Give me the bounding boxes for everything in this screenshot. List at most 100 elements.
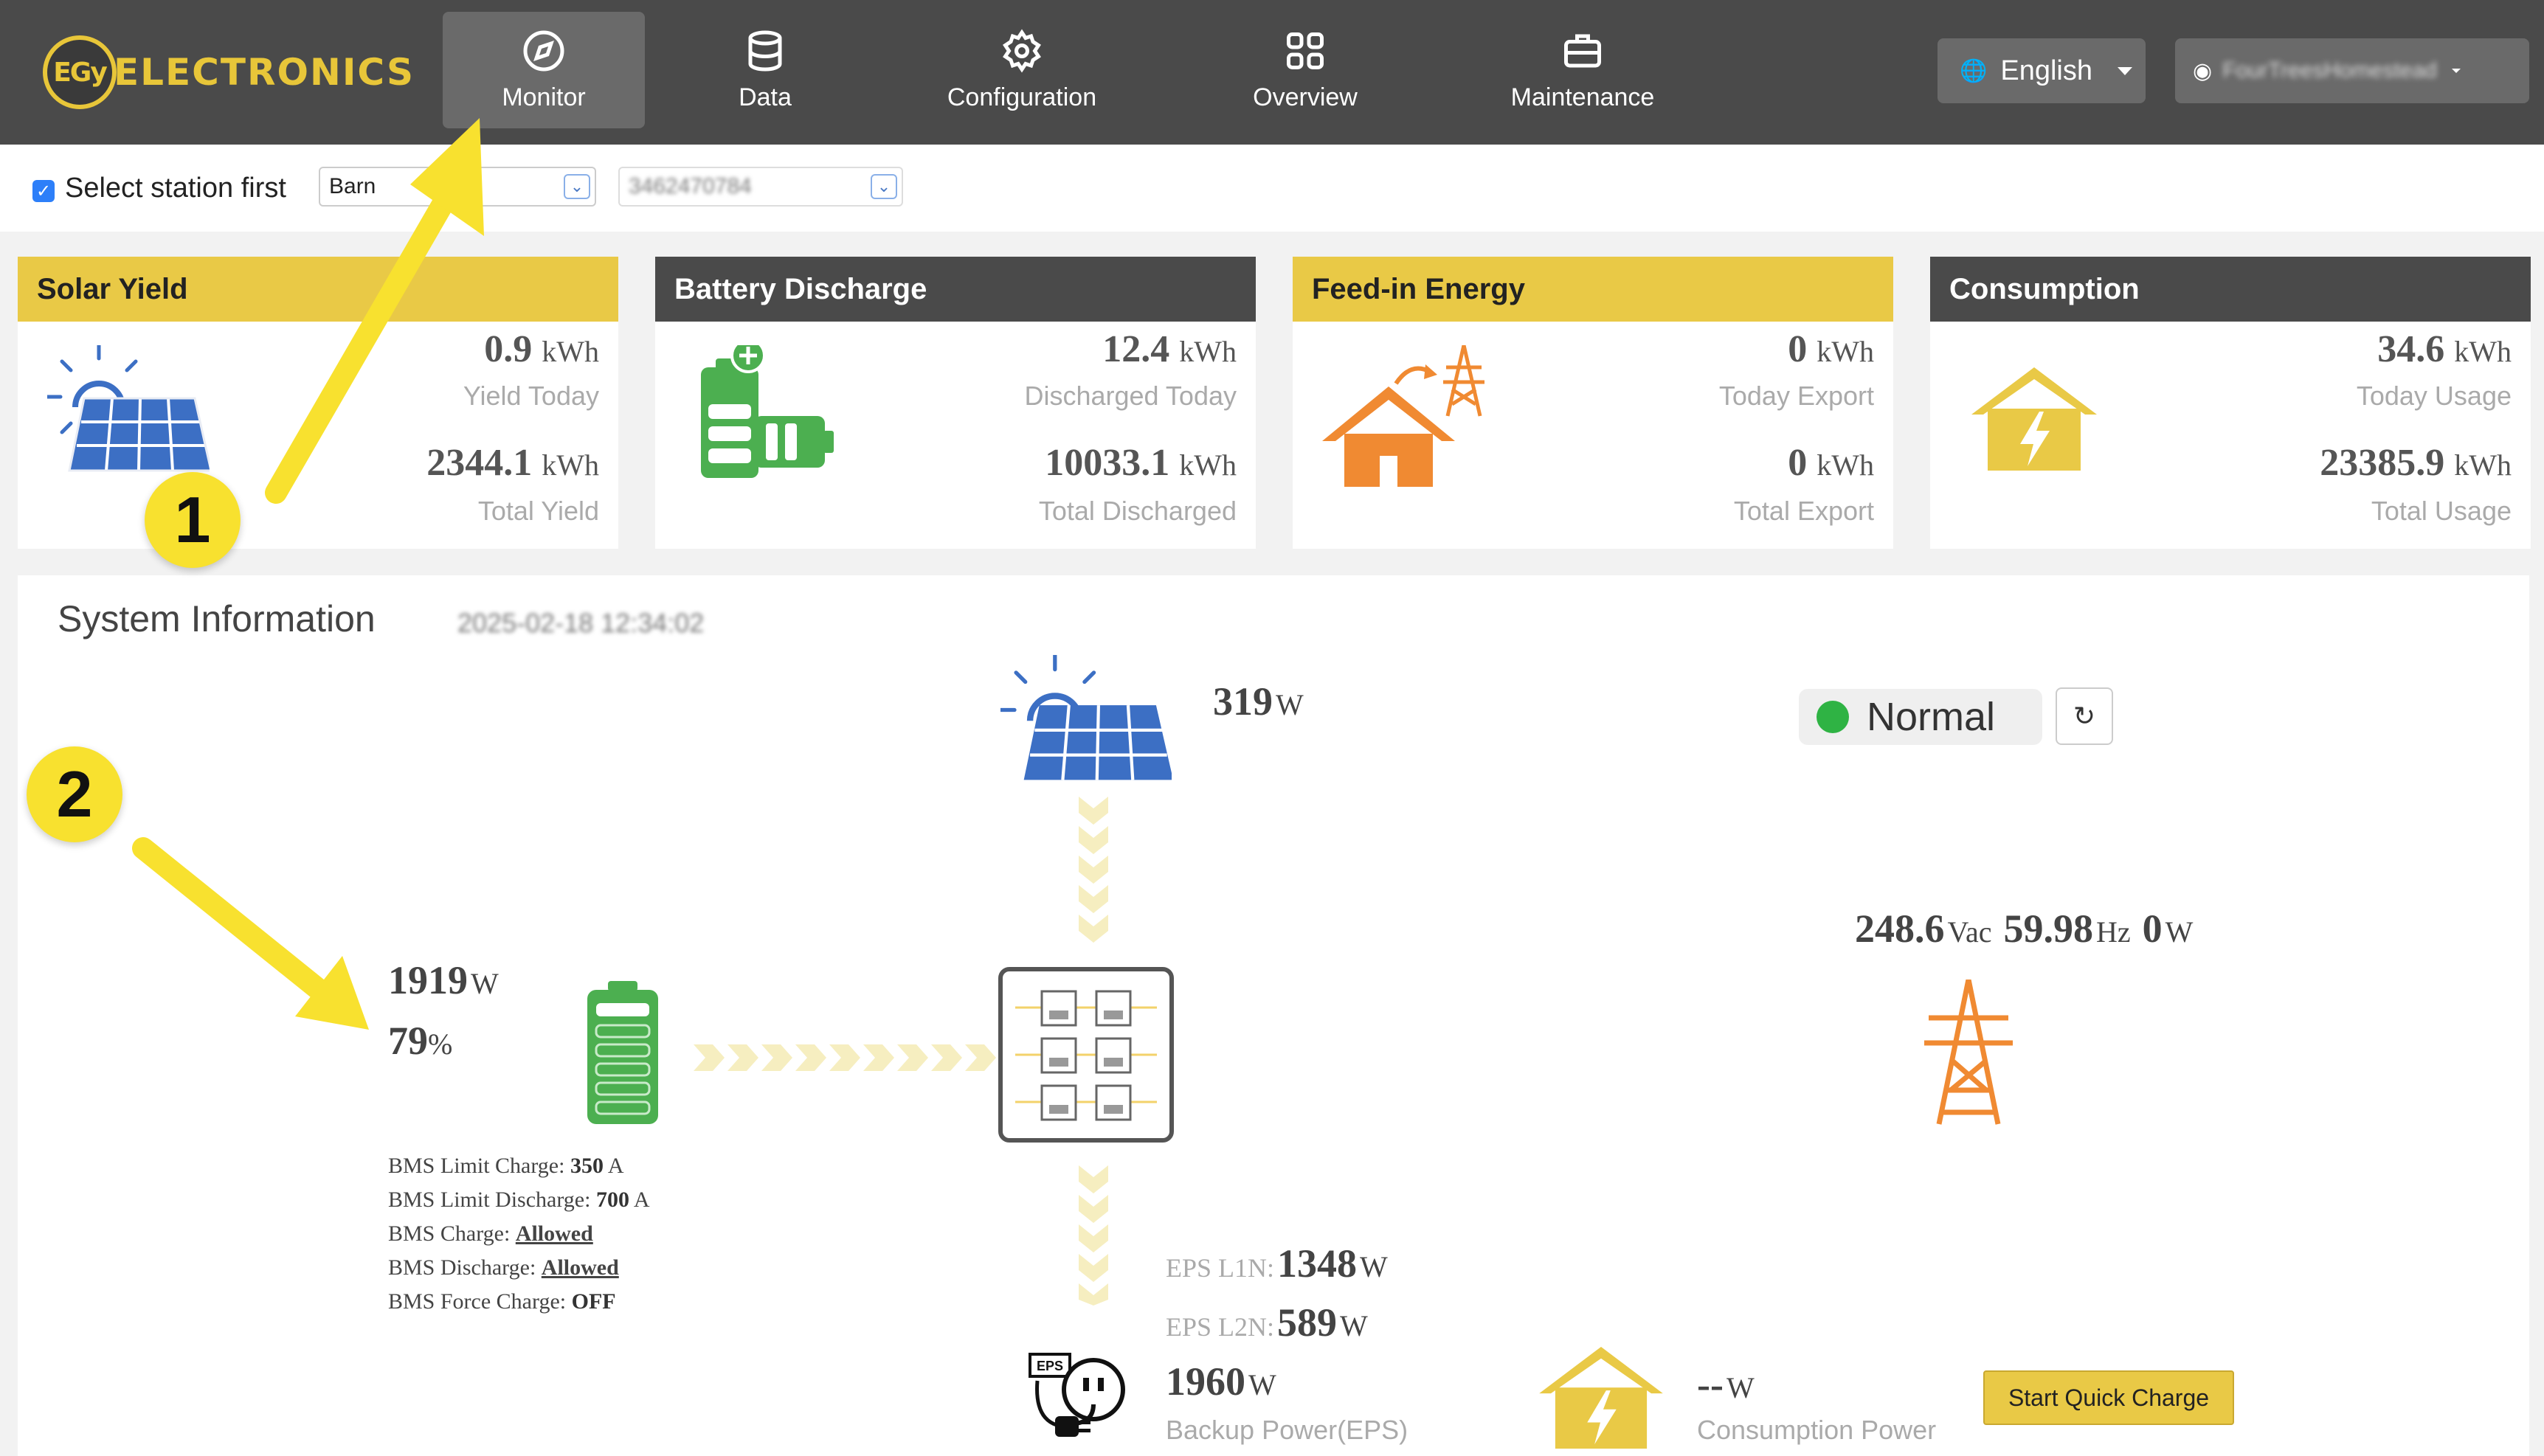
inverter-icon bbox=[998, 967, 1174, 1143]
nav-maintenance[interactable]: Maintenance bbox=[1482, 12, 1684, 128]
chevron-down-icon: ⌄ bbox=[564, 174, 590, 199]
consumption-power-label: Consumption Power bbox=[1697, 1415, 1937, 1445]
consumption-total-label: Total Usage bbox=[2371, 496, 2512, 526]
eps-flow-arrows bbox=[1079, 1165, 1108, 1306]
backup-power-value: 1960 W bbox=[1166, 1359, 1276, 1404]
bms-force-charge: BMS Force Charge: OFF bbox=[388, 1289, 616, 1314]
chevron-down-icon bbox=[2451, 69, 2461, 73]
top-nav: EGy ELECTRONICS Monitor Data Configurati… bbox=[0, 0, 2544, 145]
translate-icon: 🌐 bbox=[1960, 58, 1988, 83]
eps-l2n-reading: EPS L2N: 589 W bbox=[1166, 1300, 1368, 1345]
database-icon bbox=[748, 30, 782, 72]
solar-total-label: Total Yield bbox=[477, 496, 599, 526]
battery-flow-arrows bbox=[694, 1044, 996, 1071]
logo-text: ELECTRONICS bbox=[114, 51, 415, 94]
status-dot bbox=[1817, 701, 1849, 733]
feedin-today-value: 0 kWh bbox=[1788, 328, 1874, 370]
nav-data[interactable]: Data bbox=[664, 12, 866, 128]
battery-discharge-card: Battery Discharge 12.4 kWh Discharged To… bbox=[655, 257, 1256, 549]
nav-configuration[interactable]: Configuration bbox=[921, 12, 1123, 128]
station-select[interactable]: Barn ⌄ bbox=[319, 167, 596, 207]
house-power-icon bbox=[1971, 367, 2097, 471]
eps-l1n-reading: EPS L1N: 1348 W bbox=[1166, 1241, 1388, 1286]
battery-discharged-today-value: 12.4 kWh bbox=[1102, 328, 1237, 370]
logo-mark: EGy bbox=[43, 35, 117, 109]
bms-info: BMS Limit Charge: 350 A BMS Limit Discha… bbox=[388, 1149, 649, 1319]
pv-flow-arrows bbox=[1079, 797, 1108, 943]
refresh-button[interactable]: ↻ bbox=[2056, 687, 2113, 745]
language-select[interactable]: 🌐 English bbox=[1938, 38, 2146, 103]
bms-charge-link[interactable]: Allowed bbox=[516, 1221, 593, 1246]
user-icon: ◉ bbox=[2193, 58, 2213, 83]
backup-power-label: Backup Power(EPS) bbox=[1166, 1415, 1408, 1445]
battery-total-label: Total Discharged bbox=[1038, 496, 1237, 526]
house-power-icon bbox=[1539, 1347, 1663, 1449]
solar-yield-title: Solar Yield bbox=[18, 257, 618, 322]
battery-power-value: 1919 W bbox=[388, 958, 499, 1002]
pv-power-value: 319 W bbox=[1213, 679, 1304, 724]
nav-configuration-label: Configuration bbox=[947, 83, 1097, 111]
feedin-total-value: 0 kWh bbox=[1788, 442, 1874, 484]
nav-overview-label: Overview bbox=[1253, 83, 1358, 111]
solar-yield-today-label: Yield Today bbox=[463, 381, 599, 411]
battery-icon bbox=[587, 981, 658, 1124]
nav-maintenance-label: Maintenance bbox=[1510, 83, 1655, 111]
bms-discharge-link[interactable]: Allowed bbox=[542, 1255, 619, 1280]
consumption-today-value: 34.6 kWh bbox=[2377, 328, 2512, 370]
status-text: Normal bbox=[1867, 695, 1996, 739]
compass-icon bbox=[523, 30, 564, 71]
feedin-energy-title: Feed-in Energy bbox=[1293, 257, 1893, 322]
status-badge: Normal bbox=[1799, 689, 2042, 745]
solar-yield-card: Solar Yield 0.9 kWh Yield Today 2344.1 k… bbox=[18, 257, 618, 549]
chevron-down-icon: ⌄ bbox=[871, 174, 897, 199]
consumption-today-label: Today Usage bbox=[2356, 381, 2512, 411]
bms-limit-discharge: BMS Limit Discharge: 700 A bbox=[388, 1188, 650, 1212]
battery-discharge-icon bbox=[701, 345, 834, 478]
solar-panel-icon bbox=[47, 345, 210, 472]
feedin-energy-card: Feed-in Energy 0 kWh Today Export 0 kWh … bbox=[1293, 257, 1893, 549]
grid-voltage-unit: Vac bbox=[1947, 915, 1992, 949]
system-timestamp: 2025-02-18 12:34:02 bbox=[457, 608, 705, 638]
consumption-power-value: -- W bbox=[1697, 1362, 1755, 1407]
brand-logo[interactable]: EGy ELECTRONICS bbox=[43, 31, 415, 114]
solar-yield-today-value: 0.9 kWh bbox=[484, 328, 599, 370]
nav-monitor-label: Monitor bbox=[502, 83, 586, 111]
bms-charge: BMS Charge: Allowed bbox=[388, 1221, 593, 1246]
bms-limit-charge: BMS Limit Charge: 350 A bbox=[388, 1154, 624, 1178]
toolbox-icon bbox=[1564, 34, 1601, 67]
user-menu[interactable]: ◉ FourTreesHomestead bbox=[2175, 38, 2529, 103]
solar-panel-icon bbox=[1000, 655, 1172, 780]
annotation-badge-1: 1 bbox=[145, 472, 241, 568]
grid-frequency-unit: Hz bbox=[2095, 915, 2131, 949]
grid-power-value: 0 bbox=[2142, 906, 2163, 951]
consumption-total-value: 23385.9 kWh bbox=[2320, 442, 2512, 484]
start-quick-charge-button[interactable]: Start Quick Charge bbox=[1983, 1370, 2234, 1425]
eps-plug-icon: EPS bbox=[1029, 1353, 1125, 1437]
system-information-title: System Information bbox=[58, 598, 376, 639]
nav-data-label: Data bbox=[739, 83, 792, 111]
nav-monitor[interactable]: Monitor bbox=[443, 12, 645, 128]
station-bar: ✓ Select station first Barn ⌄ 3462470784… bbox=[0, 145, 2544, 232]
grid-voltage-value: 248.6 bbox=[1855, 906, 1945, 951]
nav-overview[interactable]: Overview bbox=[1204, 12, 1406, 128]
system-information-panel: System Information 2025-02-18 12:34:02 3… bbox=[18, 575, 2529, 1456]
grid-frequency-value: 59.98 bbox=[2003, 906, 2093, 951]
select-station-checkbox[interactable]: ✓ bbox=[32, 180, 55, 202]
device-select[interactable]: 3462470784 ⌄ bbox=[618, 167, 903, 207]
chevron-down-icon bbox=[2118, 66, 2132, 75]
battery-discharged-today-label: Discharged Today bbox=[1024, 381, 1237, 411]
house-grid-export-icon bbox=[1322, 345, 1484, 487]
solar-total-value: 2344.1 kWh bbox=[426, 442, 599, 484]
battery-soc-value: 79% bbox=[388, 1019, 453, 1063]
language-label: English bbox=[2000, 55, 2092, 86]
gear-icon bbox=[1003, 28, 1041, 73]
consumption-card: Consumption 34.6 kWh Today Usage 23385.9… bbox=[1930, 257, 2531, 549]
select-station-label: Select station first bbox=[65, 173, 286, 204]
user-name: FourTreesHomestead bbox=[2222, 58, 2437, 83]
grid-icon bbox=[1287, 32, 1324, 69]
device-select-value: 3462470784 bbox=[629, 174, 752, 198]
battery-total-value: 10033.1 kWh bbox=[1045, 442, 1237, 484]
consumption-title: Consumption bbox=[1930, 257, 2531, 322]
svg-text:EPS: EPS bbox=[1037, 1359, 1063, 1373]
grid-readings: 248.6 Vac 59.98 Hz 0 W bbox=[1855, 906, 2193, 951]
